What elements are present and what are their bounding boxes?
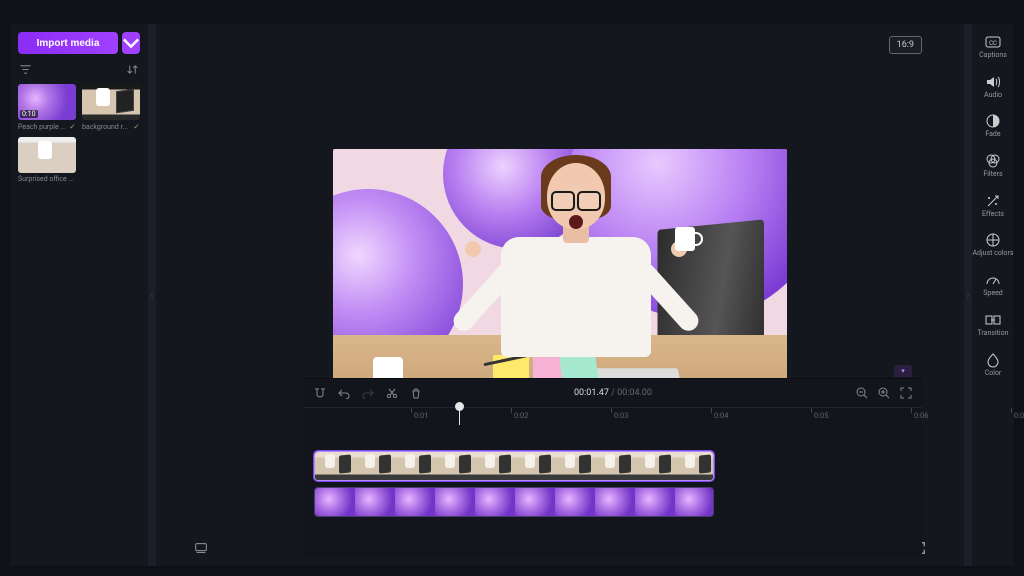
undo-icon[interactable] [338,387,350,399]
color-tool[interactable]: Color [985,352,1002,378]
svg-text:CC: CC [989,40,997,47]
media-item[interactable]: Surprised office ... [18,137,76,183]
filter-icon[interactable] [20,64,31,78]
timeline: ▾ 00:01.47 / 00:04.00 0:01 0: [304,378,922,558]
transition-tool[interactable]: Transition [978,312,1009,338]
media-thumbnail [82,84,140,120]
ruler-tick: 0:05 [814,411,828,420]
magnet-icon[interactable] [314,387,326,399]
media-thumbnail: 0:10 [18,84,76,120]
speed-icon [985,272,1001,288]
redo-icon[interactable] [362,387,374,399]
video-preview[interactable] [333,149,787,405]
ruler-tick: 0:01 [414,411,428,420]
stage: 16:9 [156,24,964,566]
filters-icon [985,153,1001,169]
ruler-tick: 0:02 [514,411,528,420]
timeline-clip-background[interactable] [314,487,714,517]
audio-tool[interactable]: Audio [984,74,1002,100]
media-item-label: background r... [82,123,128,131]
delete-icon[interactable] [410,387,422,399]
right-toolbar: CC Captions Audio Fade Filters Effects A… [972,24,1014,566]
media-thumbnail [18,137,76,173]
zoom-out-icon[interactable] [856,387,868,399]
collapse-left-panel[interactable]: ‹ [148,24,156,566]
import-media-dropdown[interactable] [122,32,140,54]
media-grid: 0:10 Peach purple ... ✓ background r... … [18,84,140,183]
media-duration: 0:10 [20,110,38,118]
captions-icon: CC [985,34,1001,50]
speed-tool[interactable]: Speed [983,272,1002,298]
timeline-clip-foreground[interactable] [314,451,714,481]
ruler-tick: 0:04 [714,411,728,420]
chevron-down-icon [122,34,140,52]
workspace: Import media 0:10 Peach purple ... ✓ [10,24,1014,566]
ruler-tick: 0:06 [914,411,928,420]
playhead[interactable] [459,408,460,425]
adjust-colors-icon [985,232,1001,248]
adjust-colors-tool[interactable]: Adjust colors [972,232,1013,258]
color-icon [985,352,1001,368]
media-item-label: Surprised office ... [18,175,74,183]
media-item[interactable]: background r... ✓ [82,84,140,131]
timeline-timecode: 00:01.47 / 00:04.00 [574,388,652,398]
filters-tool[interactable]: Filters [983,153,1002,179]
queue-icon[interactable] [194,541,208,555]
captions-tool[interactable]: CC Captions [979,34,1007,60]
media-item-label: Peach purple ... [18,123,66,131]
aspect-ratio-button[interactable]: 16:9 [889,36,922,54]
ruler-tick: 0:03 [614,411,628,420]
expand-timeline-button[interactable]: ▾ [894,365,912,377]
media-panel: Import media 0:10 Peach purple ... ✓ [10,24,148,566]
split-icon[interactable] [386,387,398,399]
transition-icon [985,312,1001,328]
effects-icon [985,193,1001,209]
media-item[interactable]: 0:10 Peach purple ... ✓ [18,84,76,131]
fade-icon [985,113,1001,129]
zoom-in-icon[interactable] [878,387,890,399]
check-icon: ✓ [69,122,76,131]
check-icon: ✓ [133,122,140,131]
timeline-toolbar: 00:01.47 / 00:04.00 [304,379,922,407]
import-media-button[interactable]: Import media [18,32,118,54]
collapse-right-panel[interactable]: › [964,24,972,566]
timeline-ruler[interactable]: 0:01 0:02 0:03 0:04 0:05 0:06 0:07 [304,407,922,425]
ruler-tick: 0:07 [1014,411,1024,420]
effects-tool[interactable]: Effects [982,193,1004,219]
fade-tool[interactable]: Fade [985,113,1001,139]
zoom-fit-icon[interactable] [900,387,912,399]
sort-icon[interactable] [127,64,138,78]
audio-icon [985,74,1001,90]
